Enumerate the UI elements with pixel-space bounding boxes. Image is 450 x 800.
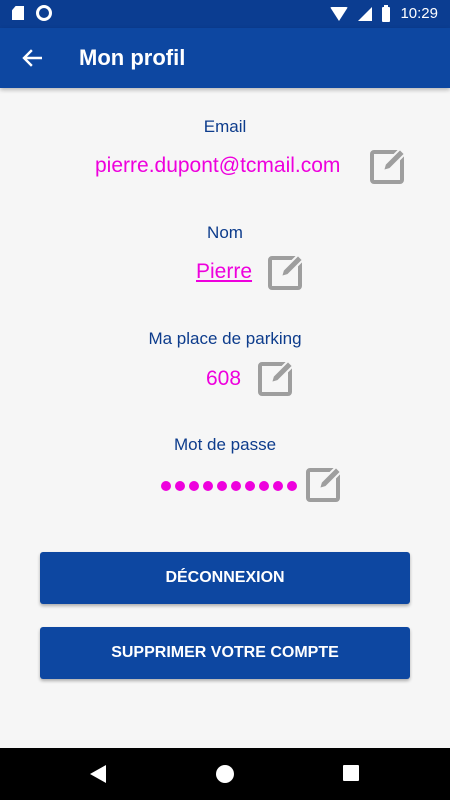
name-value[interactable]: Pierre xyxy=(196,260,252,284)
wifi-icon xyxy=(330,7,349,21)
sd-card-icon xyxy=(12,6,24,20)
password-dot xyxy=(175,481,185,491)
password-dot xyxy=(273,481,283,491)
edit-parking-button[interactable] xyxy=(257,357,297,397)
password-dot xyxy=(161,481,171,491)
parking-label: Ma place de parking xyxy=(148,329,302,348)
system-nav-bar xyxy=(0,748,450,800)
password-dot xyxy=(217,481,227,491)
status-time: 10:29 xyxy=(400,5,438,22)
app-bar: Mon profil xyxy=(0,28,450,88)
parking-value: 608 xyxy=(206,367,242,390)
edit-password-button[interactable] xyxy=(305,463,345,503)
password-dot xyxy=(259,481,269,491)
password-dot xyxy=(287,481,297,491)
password-dot xyxy=(203,481,213,491)
nav-home-icon[interactable] xyxy=(216,765,234,783)
nav-back-icon[interactable] xyxy=(90,765,106,783)
password-dot xyxy=(245,481,255,491)
status-bar: 10:29 xyxy=(0,0,450,28)
password-dot xyxy=(189,481,199,491)
delete-account-button[interactable]: SUPPRIMER VOTRE COMPTE xyxy=(40,627,410,679)
logout-button[interactable]: DÉCONNEXION xyxy=(40,552,410,604)
back-button[interactable] xyxy=(14,40,50,76)
edit-icon xyxy=(268,253,305,290)
edit-name-button[interactable] xyxy=(267,251,307,291)
nav-recents-icon[interactable] xyxy=(343,765,359,781)
password-masked-value xyxy=(161,481,297,491)
arrow-back-icon xyxy=(22,49,42,67)
sync-icon xyxy=(36,5,52,21)
edit-icon xyxy=(370,147,407,184)
edit-icon xyxy=(258,359,295,396)
edit-email-button[interactable] xyxy=(369,145,409,185)
edit-icon xyxy=(306,465,343,502)
cell-signal-icon xyxy=(358,7,373,21)
page-title: Mon profil xyxy=(79,45,186,70)
battery-icon xyxy=(382,4,391,22)
password-label: Mot de passe xyxy=(173,435,277,454)
email-value: pierre.dupont@tcmail.com xyxy=(95,154,341,177)
email-label: Email xyxy=(203,117,247,136)
password-dot xyxy=(231,481,241,491)
name-label: Nom xyxy=(207,223,243,242)
